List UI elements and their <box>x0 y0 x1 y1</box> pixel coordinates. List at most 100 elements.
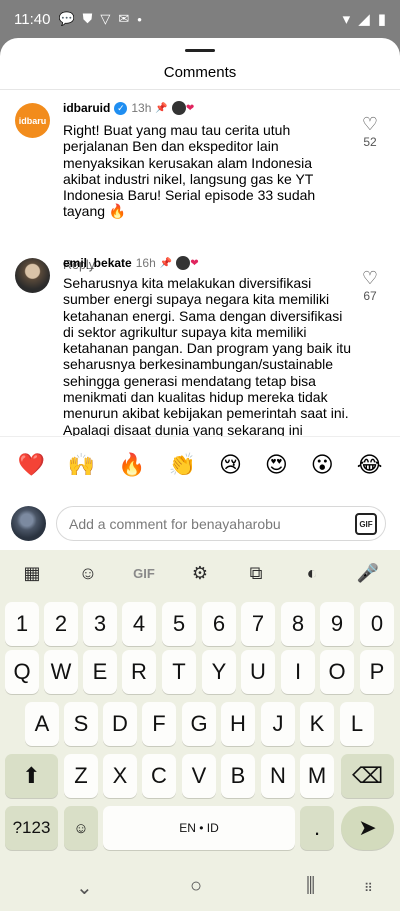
key-7[interactable]: 7 <box>241 602 275 646</box>
key-e[interactable]: E <box>83 650 117 694</box>
emoji-heart[interactable]: ❤️ <box>17 452 44 478</box>
keyboard-switch-icon[interactable]: ⠿ <box>364 881 373 895</box>
home-icon[interactable]: ○ <box>190 875 202 898</box>
v-icon: ▽ <box>100 11 111 26</box>
gif-key[interactable]: GIF <box>126 566 162 581</box>
key-p[interactable]: P <box>360 650 394 694</box>
key-z[interactable]: Z <box>64 754 98 798</box>
key-k[interactable]: K <box>300 702 334 746</box>
gif-button[interactable]: GIF <box>355 513 377 535</box>
key-q[interactable]: Q <box>5 650 39 694</box>
avatar-logo-text: idbaru <box>18 115 47 126</box>
key-x[interactable]: X <box>103 754 137 798</box>
heart-outline-icon: ♡ <box>361 114 379 134</box>
comment-text: Seharusnya kita melakukan diversifikasi … <box>63 275 351 454</box>
key-row-zxcv: ⬆ Z X C V B N M ⌫ <box>0 754 400 802</box>
mail-icon: ✉ <box>118 11 130 26</box>
key-y[interactable]: Y <box>202 650 236 694</box>
notification-icons: 💬 ⛊ ▽ ✉ • <box>58 11 141 27</box>
navigation-bar: ⌄ ○ ⫼ ⠿ <box>0 861 400 911</box>
key-l[interactable]: L <box>340 702 374 746</box>
key-8[interactable]: 8 <box>281 602 315 646</box>
comment-time: 13h <box>131 101 152 115</box>
emoji-laughing[interactable]: 😂 <box>357 452 383 478</box>
comment-input[interactable]: Add a comment for benayaharobu GIF <box>56 506 386 541</box>
key-c[interactable]: C <box>142 754 176 798</box>
emoji-icon: ☺ <box>73 819 89 837</box>
key-g[interactable]: G <box>182 702 216 746</box>
like-count: 52 <box>363 135 377 149</box>
comment-time: 16h <box>135 256 156 270</box>
key-9[interactable]: 9 <box>320 602 354 646</box>
palette-icon[interactable]: ◐ <box>294 563 330 584</box>
key-6[interactable]: 6 <box>202 602 236 646</box>
sheet-title: Comments <box>163 64 237 81</box>
comment-composer: Add a comment for benayaharobu GIF <box>0 500 400 548</box>
like-button[interactable]: ♡ 67 <box>358 269 382 303</box>
like-button[interactable]: ♡ 52 <box>358 115 382 149</box>
space-key[interactable]: EN • ID <box>103 806 295 850</box>
emoji-raised-hands[interactable]: 🙌 <box>68 452 95 478</box>
keyboard: ▦ ☺ GIF ⚙ ⧉ ◐ 🎤 1 2 3 4 5 6 7 8 9 0 Q W … <box>0 550 400 861</box>
key-3[interactable]: 3 <box>83 602 117 646</box>
key-n[interactable]: N <box>261 754 295 798</box>
translate-icon[interactable]: ⧉ <box>238 563 274 584</box>
verified-icon: ✓ <box>114 101 128 115</box>
recents-icon[interactable]: ⫼ <box>306 875 315 898</box>
key-o[interactable]: O <box>320 650 354 694</box>
symbols-key[interactable]: ?123 <box>5 806 58 850</box>
avatar[interactable] <box>15 258 50 293</box>
key-d[interactable]: D <box>103 702 137 746</box>
period-key[interactable]: . <box>300 806 334 850</box>
key-j[interactable]: J <box>261 702 295 746</box>
shift-key[interactable]: ⬆ <box>5 754 58 798</box>
emoji-crying[interactable]: 😢 <box>219 452 242 478</box>
apps-icon[interactable]: ▦ <box>14 563 50 584</box>
key-0[interactable]: 0 <box>360 602 394 646</box>
key-4[interactable]: 4 <box>122 602 156 646</box>
send-icon: ➤ <box>358 815 377 840</box>
emoji-clap[interactable]: 👏 <box>169 452 196 478</box>
key-5[interactable]: 5 <box>162 602 196 646</box>
creator-liked-icon: ❤ <box>190 257 199 269</box>
emoji-fire[interactable]: 🔥 <box>118 452 145 478</box>
system-icons: ▾ ◢ ▮ <box>343 10 386 28</box>
comment-username[interactable]: idbaruid <box>63 101 110 115</box>
creator-avatar <box>176 256 191 270</box>
key-m[interactable]: M <box>300 754 334 798</box>
key-v[interactable]: V <box>182 754 216 798</box>
key-1[interactable]: 1 <box>5 602 39 646</box>
emoji-key[interactable]: ☺ <box>64 806 98 850</box>
settings-icon[interactable]: ⚙ <box>182 563 218 584</box>
emoji-heart-eyes[interactable]: 😍 <box>265 452 288 478</box>
key-s[interactable]: S <box>64 702 98 746</box>
clock: 11:40 <box>14 10 51 28</box>
key-row-asdf: A S D F G H J K L <box>0 702 400 750</box>
key-row-qwerty: Q W E R T Y U I O P <box>0 650 400 698</box>
backspace-key[interactable]: ⌫ <box>341 754 394 798</box>
key-2[interactable]: 2 <box>44 602 78 646</box>
send-key[interactable]: ➤ <box>341 806 394 850</box>
comment-username[interactable]: emil_bekate <box>63 256 132 270</box>
drag-handle[interactable] <box>185 49 215 52</box>
divider <box>0 89 400 90</box>
key-a[interactable]: A <box>25 702 59 746</box>
key-i[interactable]: I <box>281 650 315 694</box>
key-u[interactable]: U <box>241 650 275 694</box>
key-f[interactable]: F <box>142 702 176 746</box>
comment-item: idbaru idbaruid ✓ 13h 📌 ❤ Right! Buat ya… <box>0 101 400 272</box>
emoji-reaction-bar: ❤️ 🙌 🔥 👏 😢 😍 😮 😂 <box>0 436 400 492</box>
backspace-icon: ⌫ <box>351 763 384 788</box>
chat-bubble-icon: 💬 <box>58 11 75 26</box>
emoji-surprised[interactable]: 😮 <box>311 452 334 478</box>
shift-icon: ⬆ <box>22 763 41 788</box>
sticker-icon[interactable]: ☺ <box>70 563 106 584</box>
key-b[interactable]: B <box>221 754 255 798</box>
key-h[interactable]: H <box>221 702 255 746</box>
avatar[interactable]: idbaru <box>15 103 50 138</box>
key-r[interactable]: R <box>122 650 156 694</box>
mic-icon[interactable]: 🎤 <box>350 563 386 584</box>
back-chevron-icon[interactable]: ⌄ <box>76 875 93 900</box>
key-w[interactable]: W <box>44 650 78 694</box>
key-t[interactable]: T <box>162 650 196 694</box>
